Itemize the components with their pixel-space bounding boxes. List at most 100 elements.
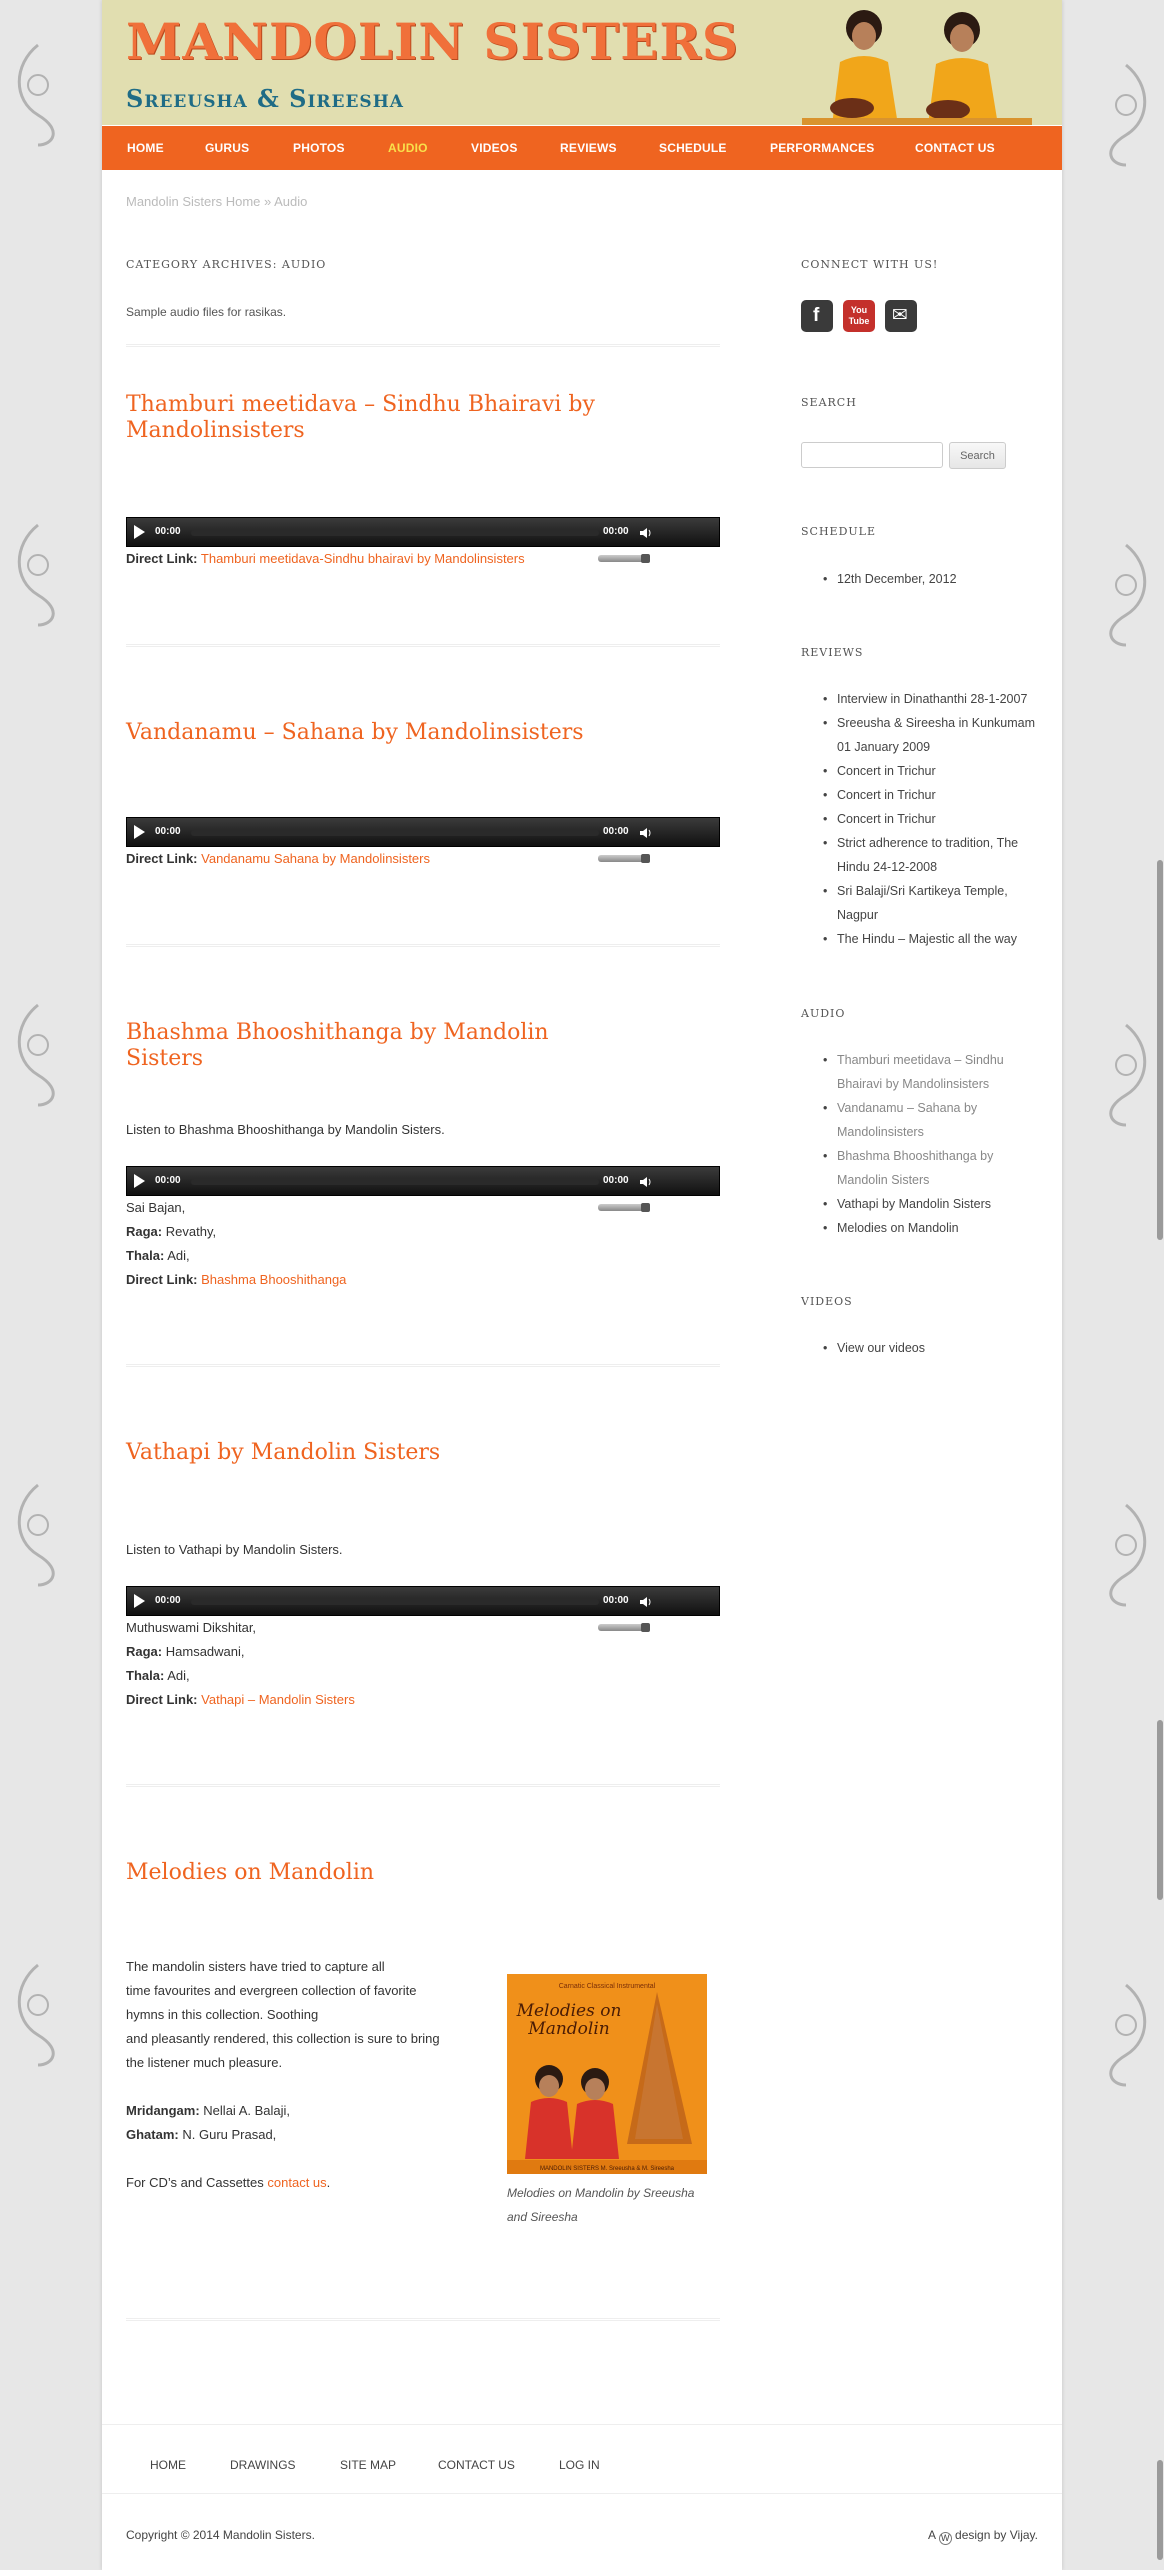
background-swirl	[17, 1963, 55, 2067]
archive-description: Sample audio files for rasikas.	[126, 305, 287, 319]
review-item[interactable]: Sri Balaji/Sri Kartikeya Temple, Nagpur	[801, 879, 1041, 927]
divider	[126, 2318, 720, 2321]
duration: 00:00	[603, 826, 629, 837]
audio-item[interactable]: Bhashma Bhooshithanga by Mandolin Sister…	[801, 1144, 1041, 1192]
audio-item[interactable]: Vathapi by Mandolin Sisters	[801, 1192, 1041, 1216]
duration: 00:00	[603, 1595, 629, 1606]
nav-item-contact-us[interactable]: CONTACT US	[915, 141, 995, 155]
facebook-icon[interactable]: f	[801, 300, 833, 332]
composer: Sai Bajan,	[126, 1200, 186, 1215]
footer-link-home[interactable]: HOME	[150, 2458, 186, 2472]
raga-value: Hamsadwani,	[165, 1644, 245, 1659]
review-item[interactable]: Sreeusha & Sireesha in Kunkumam 01 Janua…	[801, 711, 1041, 759]
direct-link[interactable]: Bhashma Bhooshithanga	[201, 1272, 346, 1287]
schedule-list: 12th December, 2012	[801, 567, 1041, 591]
play-icon[interactable]	[134, 1174, 145, 1188]
post-meta: Direct Link: Vandanamu Sahana by Mandoli…	[126, 847, 430, 871]
audio-item[interactable]: Vandanamu – Sahana by Mandolinsisters	[801, 1096, 1041, 1144]
footer-link-site-map[interactable]: SITE MAP	[340, 2458, 396, 2472]
nav-item-photos[interactable]: PHOTOS	[293, 141, 345, 155]
album-cover[interactable]: Carnatic Classical Instrumental Melodies…	[507, 1974, 707, 2174]
scrollbar-thumb[interactable]	[1157, 1720, 1163, 1900]
youtube-icon[interactable]: You Tube	[843, 300, 875, 332]
review-item[interactable]: Concert in Trichur	[801, 759, 1041, 783]
thala-label: Thala:	[126, 1668, 165, 1683]
direct-link[interactable]: Vandanamu Sahana by Mandolinsisters	[201, 851, 430, 866]
scrollbar[interactable]	[1156, 0, 1164, 2570]
nav-item-audio[interactable]: AUDIO	[388, 141, 428, 155]
scrollbar-thumb[interactable]	[1157, 2460, 1163, 2560]
background-swirl	[1109, 1023, 1147, 1127]
video-item[interactable]: View our videos	[801, 1336, 1041, 1360]
footer-link-contact-us[interactable]: CONTACT US	[438, 2458, 515, 2472]
review-item[interactable]: Strict adherence to tradition, The Hindu…	[801, 831, 1041, 879]
review-item[interactable]: Concert in Trichur	[801, 783, 1041, 807]
nav-item-reviews[interactable]: REVIEWS	[560, 141, 617, 155]
contact-us-link[interactable]: contact us	[267, 2175, 326, 2190]
play-icon[interactable]	[134, 1594, 145, 1608]
current-time: 00:00	[155, 526, 181, 537]
volume-icon[interactable]	[639, 826, 653, 840]
review-item[interactable]: Concert in Trichur	[801, 807, 1041, 831]
divider	[126, 344, 720, 347]
reviews-list: Interview in Dinathanthi 28-1-2007 Sreeu…	[801, 687, 1041, 951]
post-title[interactable]: Melodies on Mandolin	[126, 1860, 626, 1886]
site-title[interactable]: MANDOLIN SISTERS	[126, 12, 739, 71]
header-photo	[802, 0, 1032, 125]
background-swirl	[1109, 543, 1147, 647]
credit-prefix: A	[928, 2528, 936, 2542]
search-input[interactable]	[801, 442, 943, 468]
nav-item-gurus[interactable]: GURUS	[205, 141, 249, 155]
direct-link[interactable]: Vathapi – Mandolin Sisters	[201, 1692, 355, 1707]
volume-slider[interactable]	[598, 554, 650, 563]
progress-bar[interactable]	[191, 530, 599, 536]
nav-item-videos[interactable]: VIDEOS	[471, 141, 518, 155]
volume-slider[interactable]	[598, 1623, 650, 1632]
body-line: The mandolin sisters have tried to captu…	[126, 1959, 385, 1974]
schedule-item[interactable]: 12th December, 2012	[801, 567, 1041, 591]
progress-bar[interactable]	[191, 1179, 599, 1185]
credit-author[interactable]: Vijay.	[1010, 2528, 1038, 2542]
play-icon[interactable]	[134, 525, 145, 539]
footer-nav: HOME DRAWINGS SITE MAP CONTACT US LOG IN	[102, 2424, 1062, 2494]
background-swirl	[17, 1003, 55, 1107]
volume-icon[interactable]	[639, 1595, 653, 1609]
progress-bar[interactable]	[191, 830, 599, 836]
wordpress-icon[interactable]: W	[938, 2532, 952, 2545]
duration: 00:00	[603, 1175, 629, 1186]
audio-list: Thamburi meetidava – Sindhu Bhairavi by …	[801, 1048, 1041, 1240]
volume-icon[interactable]	[639, 1175, 653, 1189]
post-title[interactable]: Vandanamu – Sahana by Mandolinsisters	[126, 720, 626, 746]
album-caption: Melodies on Mandolin by Sreeusha and Sir…	[507, 2186, 695, 2224]
audio-player: 00:00 00:00	[126, 517, 720, 547]
current-time: 00:00	[155, 1175, 181, 1186]
nav-item-schedule[interactable]: SCHEDULE	[659, 141, 727, 155]
nav-item-performances[interactable]: PERFORMANCES	[770, 141, 874, 155]
footer-link-drawings[interactable]: DRAWINGS	[230, 2458, 296, 2472]
audio-item[interactable]: Melodies on Mandolin	[801, 1216, 1041, 1240]
nav-item-home[interactable]: HOME	[127, 141, 164, 155]
search-button[interactable]: Search	[949, 442, 1006, 469]
divider	[126, 1364, 720, 1367]
post-title[interactable]: Bhashma Bhooshithanga by Mandolin Sister…	[126, 1020, 626, 1072]
post-title[interactable]: Thamburi meetidava – Sindhu Bhairavi by …	[126, 392, 626, 444]
play-icon[interactable]	[134, 825, 145, 839]
direct-link[interactable]: Thamburi meetidava-Sindhu bhairavi by Ma…	[201, 551, 525, 566]
volume-slider[interactable]	[598, 854, 650, 863]
background-swirl	[17, 43, 55, 147]
scrollbar-thumb[interactable]	[1157, 860, 1163, 1240]
direct-link-label: Direct Link:	[126, 1692, 198, 1707]
breadcrumb[interactable]: Mandolin Sisters Home » Audio	[126, 194, 307, 209]
audio-item[interactable]: Thamburi meetidava – Sindhu Bhairavi by …	[801, 1048, 1041, 1096]
widget-title-reviews: REVIEWS	[801, 646, 864, 659]
review-item[interactable]: The Hindu – Majestic all the way	[801, 927, 1041, 951]
volume-icon[interactable]	[639, 526, 653, 540]
footer-link-log-in[interactable]: LOG IN	[559, 2458, 600, 2472]
review-item[interactable]: Interview in Dinathanthi 28-1-2007	[801, 687, 1041, 711]
progress-bar[interactable]	[191, 1599, 599, 1605]
archive-title: CATEGORY ARCHIVES: AUDIO	[126, 258, 327, 271]
cd-text-prefix: For CD’s and Cassettes	[126, 2175, 264, 2190]
email-icon[interactable]: ✉	[885, 300, 917, 332]
volume-slider[interactable]	[598, 1203, 650, 1212]
post-title[interactable]: Vathapi by Mandolin Sisters	[126, 1440, 626, 1466]
